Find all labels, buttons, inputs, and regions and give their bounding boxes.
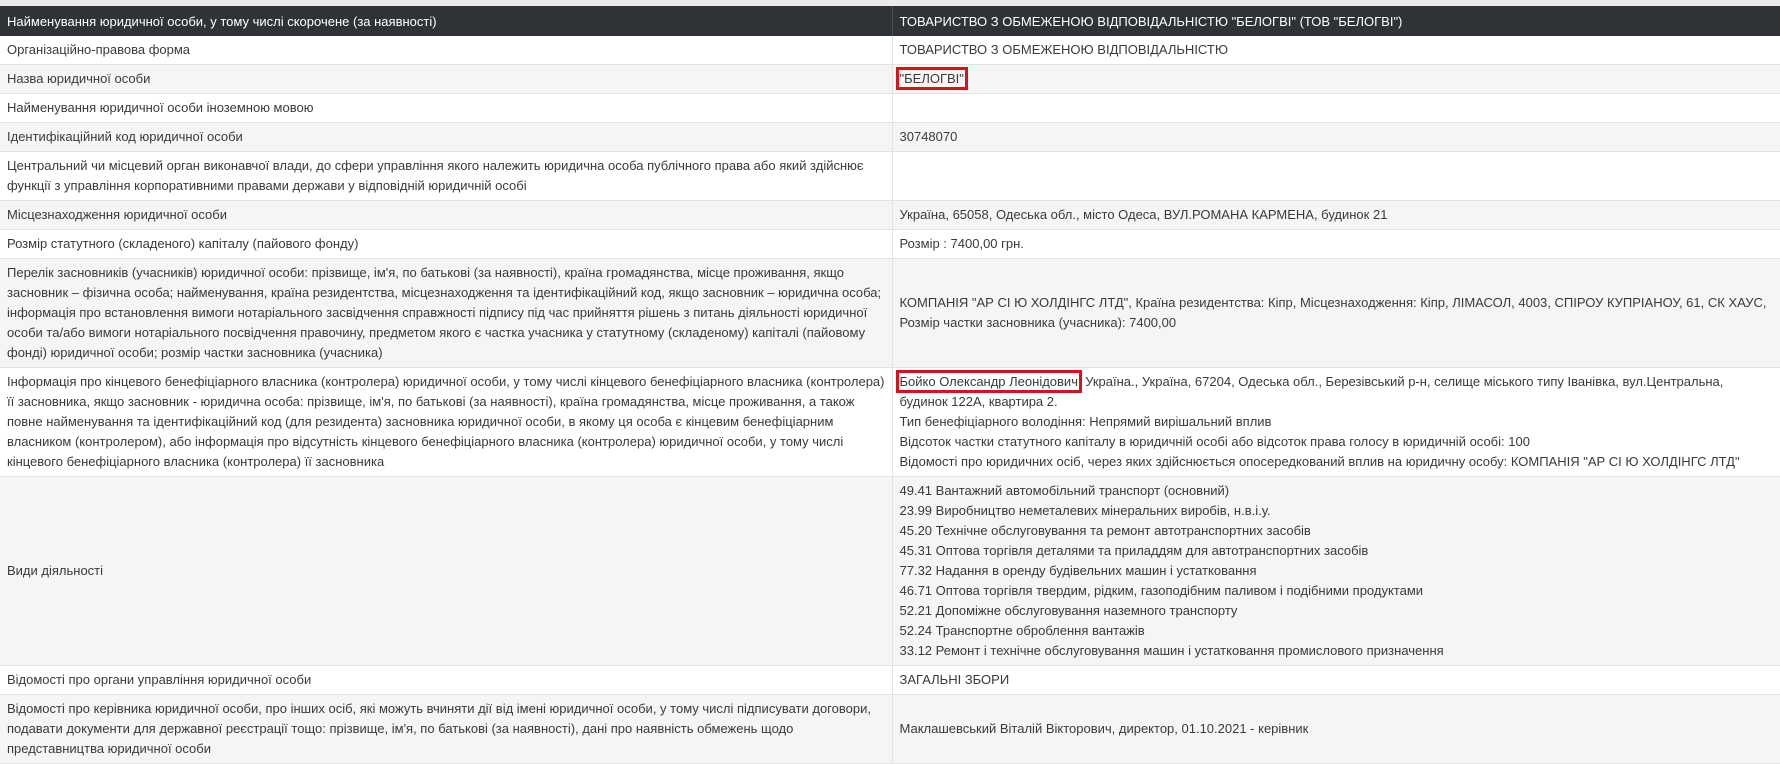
table-row: Центральний чи місцевий орган виконавчої…	[0, 151, 1780, 201]
row-value: Розмір : 7400,00 грн.	[892, 229, 1780, 259]
row-value: "БЕЛОГВІ"	[892, 64, 1780, 94]
table-row: Організаційно-правова форма ТОВАРИСТВО З…	[0, 36, 1780, 65]
table-row: Розмір статутного (складеного) капіталу …	[0, 229, 1780, 259]
activity-item: 33.12 Ремонт і технічне обслуговування м…	[899, 643, 1444, 658]
header-label: Найменування юридичної особи, у тому чис…	[0, 6, 893, 36]
row-value: 30748070	[892, 122, 1780, 152]
row-value: Бойко Олександр Леонідович, Україна., Ук…	[892, 367, 1780, 477]
table-row: Види діяльності 49.41 Вантажний автомобі…	[0, 476, 1780, 666]
beneficiary-type: Тип бенефіціарного володіння: Непрямий в…	[899, 414, 1272, 429]
activity-item: 23.99 Виробництво неметалевих мінеральни…	[899, 503, 1271, 518]
activity-item: 49.41 Вантажний автомобільний транспорт …	[899, 483, 1230, 498]
row-value: Маклашевський Віталій Вікторович, директ…	[892, 694, 1780, 764]
activity-item: 52.24 Транспортне оброблення вантажів	[899, 623, 1145, 638]
table-row: Відомості про керівника юридичної особи,…	[0, 694, 1780, 764]
row-value: КОМПАНІЯ "АР СІ Ю ХОЛДІНГС ЛТД", Країна …	[892, 258, 1780, 368]
registry-table: Найменування юридичної особи, у тому чис…	[0, 6, 1780, 764]
row-value	[892, 93, 1780, 123]
row-label: Перелік засновників (учасників) юридично…	[0, 258, 893, 368]
row-label: Назва юридичної особи	[0, 64, 893, 94]
table-row: Інформація про кінцевого бенефіціарного …	[0, 367, 1780, 477]
row-value	[892, 151, 1780, 201]
activity-item: 45.20 Технічне обслуговування та ремонт …	[899, 523, 1311, 538]
row-label: Інформація про кінцевого бенефіціарного …	[0, 367, 893, 477]
activity-item: 46.71 Оптова торгівля твердим, рідким, г…	[899, 583, 1424, 598]
row-value: ТОВАРИСТВО З ОБМЕЖЕНОЮ ВІДПОВІДАЛЬНІСТЮ	[892, 36, 1780, 65]
activity-item: 52.21 Допоміжне обслуговування наземного…	[899, 603, 1238, 618]
row-label: Ідентифікаційний код юридичної особи	[0, 122, 893, 152]
row-label: Центральний чи місцевий орган виконавчої…	[0, 151, 893, 201]
beneficiary-person-line: Бойко Олександр Леонідович, Україна., Ук…	[895, 370, 1773, 412]
row-value: Україна, 65058, Одеська обл., місто Одес…	[892, 200, 1780, 230]
row-label: Види діяльності	[0, 476, 893, 666]
row-label: Місцезнаходження юридичної особи	[0, 200, 893, 230]
activity-item: 77.32 Надання в оренду будівельних машин…	[899, 563, 1257, 578]
row-label: Відомості про керівника юридичної особи,…	[0, 694, 893, 764]
beneficiary-via: Відомості про юридичних осіб, через яких…	[899, 454, 1740, 469]
table-row: Перелік засновників (учасників) юридично…	[0, 258, 1780, 368]
highlighted-company-name: "БЕЛОГВІ"	[895, 67, 968, 90]
table-row: Відомості про органи управління юридично…	[0, 665, 1780, 695]
table-row: Назва юридичної особи "БЕЛОГВІ"	[0, 64, 1780, 94]
row-label: Організаційно-правова форма	[0, 36, 893, 65]
table-row: Ідентифікаційний код юридичної особи 307…	[0, 122, 1780, 152]
row-value: 49.41 Вантажний автомобільний транспорт …	[892, 476, 1780, 666]
header-company-name: ТОВАРИСТВО З ОБМЕЖЕНОЮ ВІДПОВІДАЛЬНІСТЮ …	[892, 6, 1780, 36]
table-header-row: Найменування юридичної особи, у тому чис…	[0, 6, 1780, 36]
table-row: Місцезнаходження юридичної особи Україна…	[0, 200, 1780, 230]
activity-item: 45.31 Оптова торгівля деталями та прилад…	[899, 543, 1369, 558]
beneficiary-share: Відсоток частки статутного капіталу в юр…	[899, 434, 1530, 449]
row-label: Відомості про органи управління юридично…	[0, 665, 893, 695]
row-label: Найменування юридичної особи іноземною м…	[0, 93, 893, 123]
row-label: Розмір статутного (складеного) капіталу …	[0, 229, 893, 259]
highlighted-beneficiary-name: Бойко Олександр Леонідович	[895, 370, 1082, 393]
table-row: Найменування юридичної особи іноземною м…	[0, 93, 1780, 123]
row-value: ЗАГАЛЬНІ ЗБОРИ	[892, 665, 1780, 695]
